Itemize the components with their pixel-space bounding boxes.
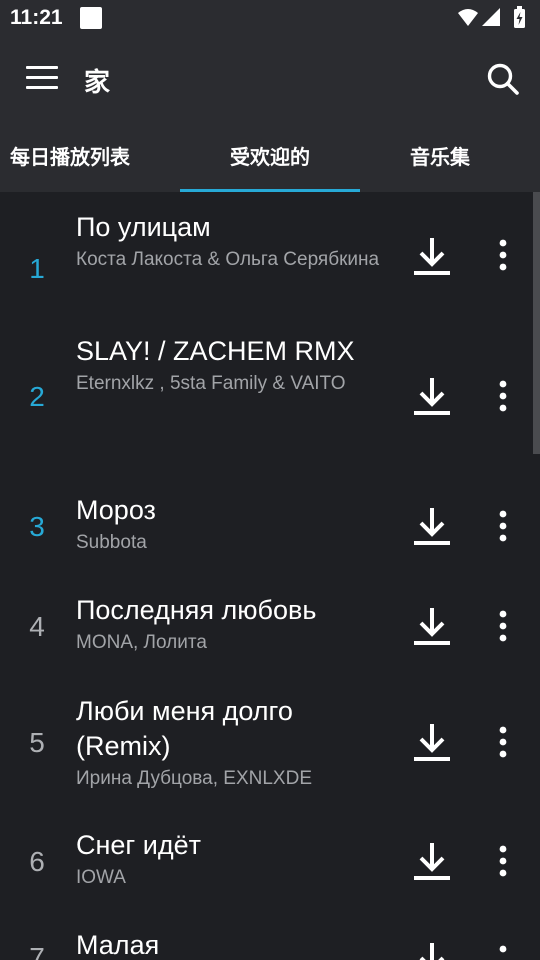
song-rank: 7 (29, 942, 45, 960)
more-options-icon[interactable] (490, 508, 516, 544)
page-title: 家 (84, 67, 111, 97)
song-artist: Eternxlkz , 5sta Family & VAITO (76, 373, 346, 394)
song-rank: 2 (29, 381, 45, 412)
menu-button[interactable] (26, 66, 58, 90)
song-info: Мороз Subbota (76, 493, 386, 555)
song-info: Малая (76, 928, 386, 960)
scrollbar[interactable] (533, 192, 540, 454)
song-rank: 1 (29, 253, 45, 284)
song-info: По улицам Коста Лакоста & Ольга Серябкин… (76, 210, 386, 272)
notification-icon (80, 7, 102, 29)
song-rank: 3 (29, 511, 45, 542)
download-icon[interactable] (410, 604, 454, 648)
wifi-icon (458, 9, 478, 26)
more-options-icon[interactable] (490, 724, 516, 760)
more-options-icon[interactable] (490, 608, 516, 644)
song-title: Малая (76, 930, 160, 960)
battery-icon (514, 6, 525, 28)
status-bar: 11:21 (0, 0, 540, 38)
download-icon[interactable] (410, 720, 454, 764)
song-rank: 4 (29, 611, 45, 642)
more-options-icon[interactable] (490, 843, 516, 879)
song-artist: IOWA (76, 867, 126, 888)
song-rank: 6 (29, 846, 45, 877)
menu-icon (26, 66, 58, 69)
song-info: SLAY! / ZACHEM RMX Eternxlkz , 5sta Fami… (76, 334, 386, 396)
tab-daily-playlist[interactable]: 每日播放列表 (0, 118, 160, 192)
song-title: Снег идёт (76, 830, 201, 860)
download-icon[interactable] (410, 939, 454, 960)
more-options-icon[interactable] (490, 237, 516, 273)
list-item[interactable]: 4 Последняя любовь MONA, Лолита (0, 593, 530, 665)
tab-popular[interactable]: 受欢迎的 (180, 118, 360, 192)
list-item[interactable]: 7 Малая (0, 928, 530, 960)
song-artist: Ирина Дубцова, EXNLXDE (76, 768, 312, 789)
list-item[interactable]: 6 Снег идёт IOWA (0, 828, 530, 900)
signal-icon (482, 8, 500, 26)
download-icon[interactable] (410, 374, 454, 418)
list-item[interactable]: 1 По улицам Коста Лакоста & Ольга Серябк… (0, 210, 530, 320)
song-artist: Коста Лакоста & Ольга Серябкина (76, 249, 380, 270)
song-title: По улицам (76, 212, 211, 242)
search-icon[interactable] (486, 62, 520, 96)
song-title: SLAY! / ZACHEM RMX (76, 336, 355, 366)
tab-bar: 每日播放列表 受欢迎的 音乐集 (0, 118, 540, 192)
download-icon[interactable] (410, 839, 454, 883)
menu-icon-line (26, 86, 58, 89)
app-bar: 家 (0, 38, 540, 118)
status-time: 11:21 (10, 6, 63, 29)
list-item[interactable]: 5 Люби меня долго (Remix) Ирина Дубцова,… (0, 694, 530, 800)
song-title: Последняя любовь (76, 595, 317, 625)
song-info: Люби меня долго (Remix) Ирина Дубцова, E… (76, 694, 386, 791)
menu-icon-line (26, 76, 58, 79)
song-info: Снег идёт IOWA (76, 828, 386, 890)
song-title: Мороз (76, 495, 156, 525)
song-info: Последняя любовь MONA, Лолита (76, 593, 386, 655)
list-item[interactable]: 3 Мороз Subbota (0, 493, 530, 565)
status-icons (458, 6, 525, 28)
song-artist: MONA, Лолита (76, 632, 207, 653)
song-list: 1 По улицам Коста Лакоста & Ольга Серябк… (0, 192, 540, 960)
list-item[interactable]: 2 SLAY! / ZACHEM RMX Eternxlkz , 5sta Fa… (0, 334, 530, 464)
song-rank: 5 (29, 727, 45, 758)
song-artist: Subbota (76, 532, 147, 553)
download-icon[interactable] (410, 504, 454, 548)
more-options-icon[interactable] (490, 943, 516, 960)
tab-music-collection[interactable]: 音乐集 (350, 118, 530, 192)
song-title: Люби меня долго (Remix) (76, 696, 293, 761)
more-options-icon[interactable] (490, 378, 516, 414)
download-icon[interactable] (410, 234, 454, 278)
